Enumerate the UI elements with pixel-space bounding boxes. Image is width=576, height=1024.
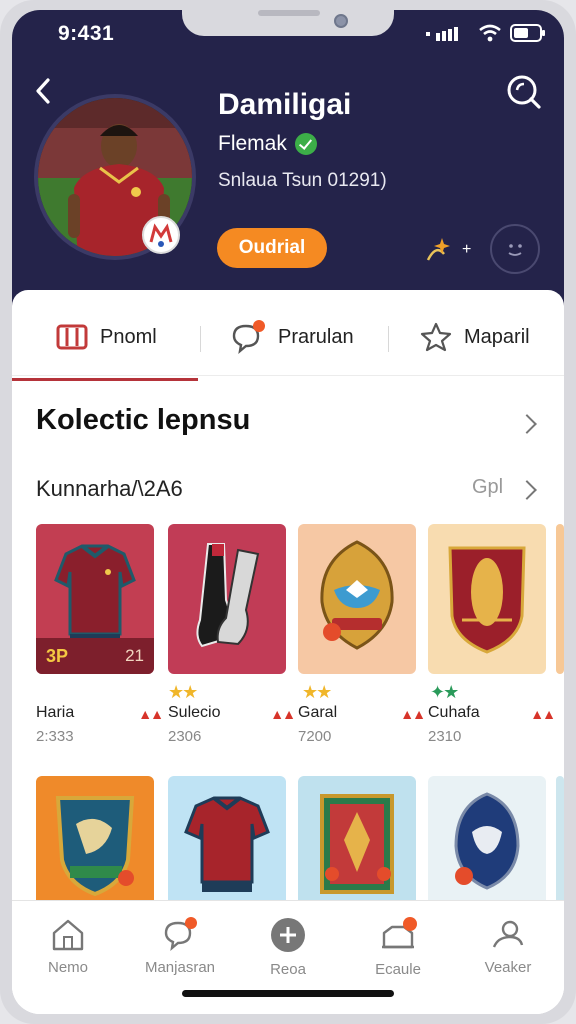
active-tab-indicator (12, 378, 198, 381)
card-number: 2306 (168, 728, 202, 745)
collectible-card[interactable] (36, 776, 154, 906)
home-indicator[interactable] (182, 990, 394, 997)
tab-label: Prarulan (278, 325, 354, 348)
inbox-icon (382, 917, 417, 949)
tab-divider (388, 326, 389, 352)
tab-bar: Pnoml Prarulan Maparil (12, 298, 564, 381)
collectible-card[interactable] (428, 524, 546, 674)
chat-icon (232, 320, 265, 354)
message-icon (164, 917, 197, 951)
tab-label: Maparil (464, 325, 530, 348)
profile-icon (492, 920, 524, 948)
speaker-grille (258, 10, 320, 16)
verified-icon (294, 133, 317, 155)
nav-label: Ecaule (375, 961, 421, 978)
plus-circle-icon (271, 918, 305, 952)
player-name: Damiligai (218, 88, 352, 121)
collectible-card[interactable] (428, 776, 546, 906)
emoji-button[interactable] (490, 224, 540, 274)
chevron-right-icon[interactable] (517, 414, 537, 434)
back-arrow-icon[interactable] (30, 74, 56, 108)
collectible-card[interactable] (168, 776, 286, 906)
card-number: 2310 (428, 728, 462, 745)
collection-subtitle: Kunnarha/\2A6 (36, 476, 183, 501)
crest-icon (55, 796, 135, 897)
collectible-card[interactable] (298, 524, 416, 674)
rating-stars: ★★ (168, 682, 198, 702)
svg-text:+: + (462, 241, 471, 258)
hot-icon: ▲▲ (530, 706, 556, 722)
camera-icon (334, 14, 348, 28)
card-name: Haria (36, 704, 75, 721)
collectible-card-partial[interactable] (556, 524, 564, 674)
status-icons (426, 24, 546, 42)
nav-create[interactable]: Reoa (238, 917, 338, 978)
tab-label: Pnoml (100, 325, 157, 348)
nav-inbox[interactable]: Ecaule (348, 917, 448, 978)
collectible-card[interactable]: 3P 21 (36, 524, 154, 674)
collectible-card[interactable] (298, 776, 416, 906)
sparkle-icon[interactable]: + (424, 234, 472, 266)
card-rating: 3P (46, 645, 69, 666)
card-rating-sub: 21 (125, 646, 144, 665)
chevron-right-icon[interactable] (517, 480, 537, 500)
wifi-icon (479, 24, 501, 42)
crest-icon (454, 792, 520, 890)
star-icon (420, 322, 452, 352)
jersey-icon (184, 796, 270, 892)
collection-title: Kolectic lepnsu (36, 404, 251, 436)
collectible-card[interactable] (168, 524, 286, 674)
profile-header: 9:431 Damiligai Flemak Snlaua Tsun 01291… (12, 10, 564, 310)
crest-icon (448, 546, 526, 654)
tab-messages[interactable]: Prarulan (230, 298, 354, 376)
hot-icon: ▲▲ (270, 706, 296, 722)
tab-divider (200, 326, 201, 352)
phone-frame: 9:431 Damiligai Flemak Snlaua Tsun 01291… (0, 0, 576, 1024)
home-icon (52, 919, 84, 951)
nav-label: Nemo (47, 959, 88, 976)
card-name: Garal (298, 704, 338, 721)
card-name: Sulecio (168, 704, 221, 721)
status-time: 9:431 (58, 22, 115, 45)
card-number: 2:333 (36, 728, 74, 745)
rating-stars: ★★ (302, 682, 332, 702)
app-screen: 9:431 Damiligai Flemak Snlaua Tsun 01291… (12, 10, 564, 1014)
search-icon[interactable] (506, 74, 542, 110)
tab-profile[interactable]: Pnoml (56, 298, 157, 376)
collectible-card-partial[interactable] (556, 776, 564, 906)
nav-messages[interactable]: Manjasran (130, 917, 230, 976)
card-number: 7200 (298, 728, 332, 745)
card-name: Cuhafa (428, 704, 480, 721)
smile-icon (508, 244, 522, 256)
signal-icon (426, 27, 458, 41)
nav-label: Reoa (270, 961, 306, 978)
player-meta: Snlaua Tsun 01291) (218, 170, 387, 191)
nav-profile[interactable]: Veaker (458, 917, 558, 976)
player-subtitle-row: Flemak (218, 132, 317, 156)
device-notch (182, 10, 394, 36)
hot-icon: ▲▲ (400, 706, 426, 722)
rating-stars: ✦★ (430, 682, 459, 702)
hot-icon: ▲▲ (138, 706, 164, 722)
see-all-link[interactable]: Gpl (472, 476, 503, 499)
card-rating-bar: 3P 21 (36, 638, 154, 674)
crest-icon (320, 540, 394, 650)
tab-favorites[interactable]: Maparil (420, 298, 530, 376)
brand-icon (56, 324, 88, 350)
nav-label: Manjasran (144, 959, 216, 976)
nav-label: Veaker (484, 959, 532, 976)
boots-icon (196, 543, 260, 648)
crest-icon (320, 794, 394, 894)
follow-button[interactable]: Oudrial (217, 228, 327, 268)
player-subtitle: Flemak (218, 132, 287, 155)
club-badge-icon (142, 216, 180, 254)
nav-home[interactable]: Nemo (18, 917, 118, 976)
battery-icon (510, 24, 545, 42)
